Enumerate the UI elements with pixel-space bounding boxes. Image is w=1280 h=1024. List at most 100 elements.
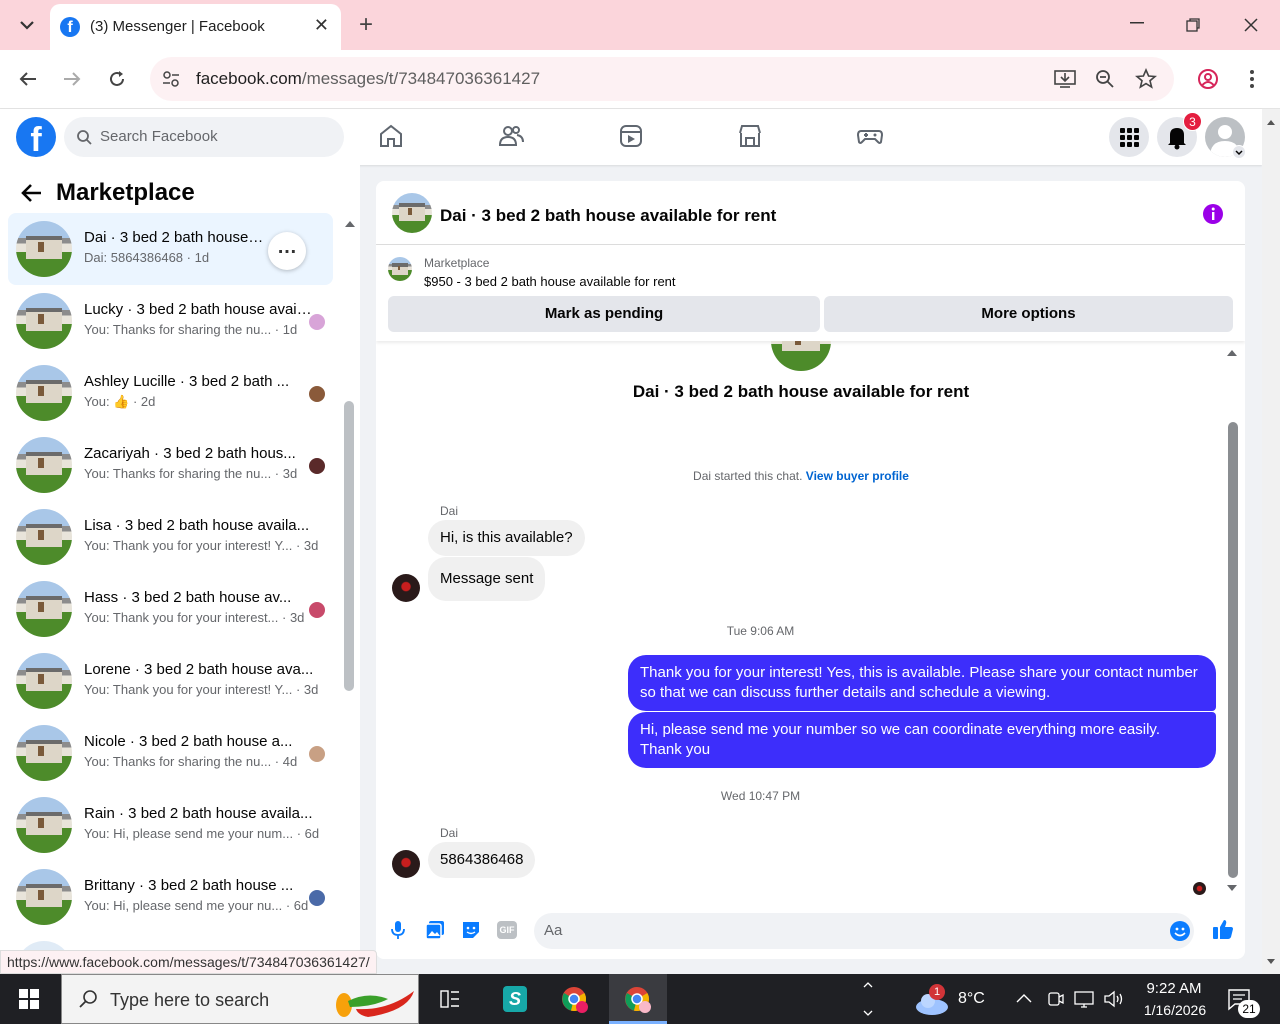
conversation-name: Lisa · 3 bed 2 bath house availa... [84, 517, 310, 534]
conversation-preview: You: Hi, please send me your nu... · 6d [84, 898, 309, 913]
conversation-thumbnail [16, 293, 72, 349]
bookmark-star-icon[interactable] [1135, 68, 1157, 90]
photo-icon[interactable] [425, 920, 445, 940]
sticker-icon[interactable] [461, 920, 481, 940]
conversation-item[interactable]: Zacariyah · 3 bed 2 bath hous... You: Tha… [8, 429, 333, 501]
address-bar[interactable]: facebook.com/messages/t/734847036361427 [150, 57, 1174, 101]
emoji-icon[interactable] [1170, 921, 1190, 941]
seen-avatar [309, 458, 325, 474]
conversation-name: Lucky · 3 bed 2 bath house available for… [84, 301, 314, 318]
close-tab-icon[interactable]: ✕ [314, 15, 329, 36]
volume-icon[interactable] [1103, 989, 1125, 1009]
reload-icon[interactable] [102, 64, 132, 94]
conversation-item[interactable]: Nicole · 3 bed 2 bath house a... You: Tha… [8, 717, 333, 789]
chat-scrollbar[interactable] [1228, 422, 1238, 878]
outgoing-message[interactable]: Thank you for your interest! Yes, this i… [628, 655, 1216, 711]
page-scrollbar[interactable] [1262, 109, 1280, 974]
incoming-message[interactable]: Message sent [428, 557, 546, 601]
microphone-icon[interactable] [390, 920, 406, 940]
weather-temperature[interactable]: 8°C [958, 990, 985, 1008]
restore-icon[interactable] [1178, 10, 1208, 40]
site-info-icon[interactable] [162, 70, 180, 88]
conversation-item[interactable]: Lucky · 3 bed 2 bath house available for… [8, 285, 333, 357]
clock-date[interactable]: 1/16/2026 [1137, 1002, 1213, 1018]
chrome-icon[interactable] [561, 986, 589, 1014]
chat-header-title[interactable]: Dai · 3 bed 2 bath house available for r… [440, 206, 776, 226]
video-icon[interactable] [618, 123, 646, 151]
conversation-name: Lorene · 3 bed 2 bath house ava... [84, 661, 314, 678]
conversation-more-button[interactable]: … [268, 232, 306, 270]
sidebar-scroll-up-icon[interactable] [344, 220, 356, 228]
conversation-preview: You: Thank you for your interest! Y... ·… [84, 538, 319, 553]
menu-grid-icon[interactable] [1109, 117, 1149, 157]
back-icon[interactable] [13, 64, 43, 94]
meet-now-icon[interactable] [1045, 989, 1065, 1009]
clock-time[interactable]: 9:22 AM [1144, 980, 1204, 997]
friends-icon[interactable] [498, 123, 526, 151]
back-arrow-icon[interactable] [20, 183, 42, 203]
started-text: Dai started this chat. [693, 469, 803, 483]
conversation-thumbnail [16, 725, 72, 781]
incoming-message[interactable]: 5864386468 [428, 842, 536, 878]
app-s-icon[interactable]: S [503, 986, 527, 1012]
home-icon[interactable] [378, 123, 406, 151]
install-app-icon[interactable] [1054, 69, 1076, 89]
sidebar-scrollbar[interactable] [344, 401, 354, 691]
new-tab-icon[interactable]: + [351, 10, 381, 40]
conversation-item[interactable]: Ashley Lucille · 3 bed 2 bath ... You: 👍 … [8, 357, 333, 429]
show-hidden-icons-icon[interactable] [1015, 992, 1033, 1004]
thumbs-up-icon[interactable] [1212, 918, 1234, 940]
facebook-search-input[interactable]: Search Facebook [64, 117, 344, 157]
conversation-item[interactable]: Hass · 3 bed 2 bath house av... You: Than… [8, 573, 333, 645]
outgoing-message[interactable]: Hi, please send me your number so we can… [628, 712, 1216, 768]
task-view-icon[interactable] [440, 990, 460, 1008]
gif-icon[interactable]: GIF [497, 921, 517, 939]
marketplace-icon[interactable] [737, 123, 765, 151]
conversation-name: Rain · 3 bed 2 bath house availa... [84, 805, 313, 822]
zoom-icon[interactable] [1095, 69, 1115, 89]
tray-expand-icon[interactable] [862, 978, 874, 1020]
browser-menu-icon[interactable] [1237, 64, 1267, 94]
network-icon[interactable] [1074, 989, 1096, 1009]
conversation-item[interactable]: Brittany · 3 bed 2 bath house ... You: Hi… [8, 861, 333, 933]
seen-avatar [309, 890, 325, 906]
dai-avatar[interactable] [392, 574, 420, 602]
listing-avatar[interactable] [392, 193, 432, 233]
chrome-icon [624, 986, 652, 1014]
chat-scroll-up-icon[interactable] [1226, 349, 1238, 357]
tab-search-dropdown-icon[interactable] [12, 10, 42, 40]
conversation-name: Ashley Lucille · 3 bed 2 bath ... [84, 373, 290, 390]
view-buyer-profile-link[interactable]: View buyer profile [806, 469, 909, 483]
message-input[interactable]: Aa [534, 913, 1194, 949]
dai-avatar[interactable] [392, 850, 420, 878]
chili-peppers-icon[interactable] [328, 981, 418, 1021]
listing-thumbnail [388, 257, 412, 281]
seen-avatar [309, 602, 325, 618]
mark-pending-button[interactable]: Mark as pending [388, 296, 820, 332]
conversation-item[interactable]: Lorene · 3 bed 2 bath house ava... You: T… [8, 645, 333, 717]
info-icon[interactable] [1202, 203, 1224, 225]
chat-started-line: Dai started this chat. View buyer profil… [376, 469, 1226, 483]
windows-start-icon[interactable] [19, 989, 39, 1009]
facebook-logo-icon[interactable]: f [16, 117, 56, 157]
conversation-item[interactable]: Rain · 3 bed 2 bath house availa... You: … [8, 789, 333, 861]
chat-scroll-down-icon[interactable] [1226, 884, 1238, 892]
conversation-preview: You: Thanks for sharing the nu... · 1d [84, 322, 298, 337]
chrome-active-taskbar-item[interactable] [609, 974, 667, 1024]
incoming-message[interactable]: Hi, is this available? [428, 520, 585, 556]
taskbar-search-input[interactable]: Type here to search [61, 974, 419, 1024]
minimize-icon[interactable] [1122, 8, 1152, 38]
gaming-icon[interactable] [857, 123, 885, 151]
browser-tab[interactable]: f (3) Messenger | Facebook ✕ [50, 4, 341, 50]
forward-icon[interactable] [57, 64, 87, 94]
conversation-thumbnail [16, 221, 72, 277]
conversation-item[interactable]: Lisa · 3 bed 2 bath house availa... You: … [8, 501, 333, 573]
browser-toolbar: facebook.com/messages/t/734847036361427 [0, 50, 1280, 109]
account-chevron-down-icon[interactable] [1232, 145, 1246, 159]
profile-icon[interactable] [1193, 64, 1223, 94]
conversation-thumbnail [16, 797, 72, 853]
more-options-button[interactable]: More options [824, 296, 1233, 332]
facebook-header: f Search Facebook [0, 109, 1262, 165]
close-window-icon[interactable] [1236, 10, 1266, 40]
listing-description[interactable]: $950 - 3 bed 2 bath house available for … [424, 274, 676, 289]
